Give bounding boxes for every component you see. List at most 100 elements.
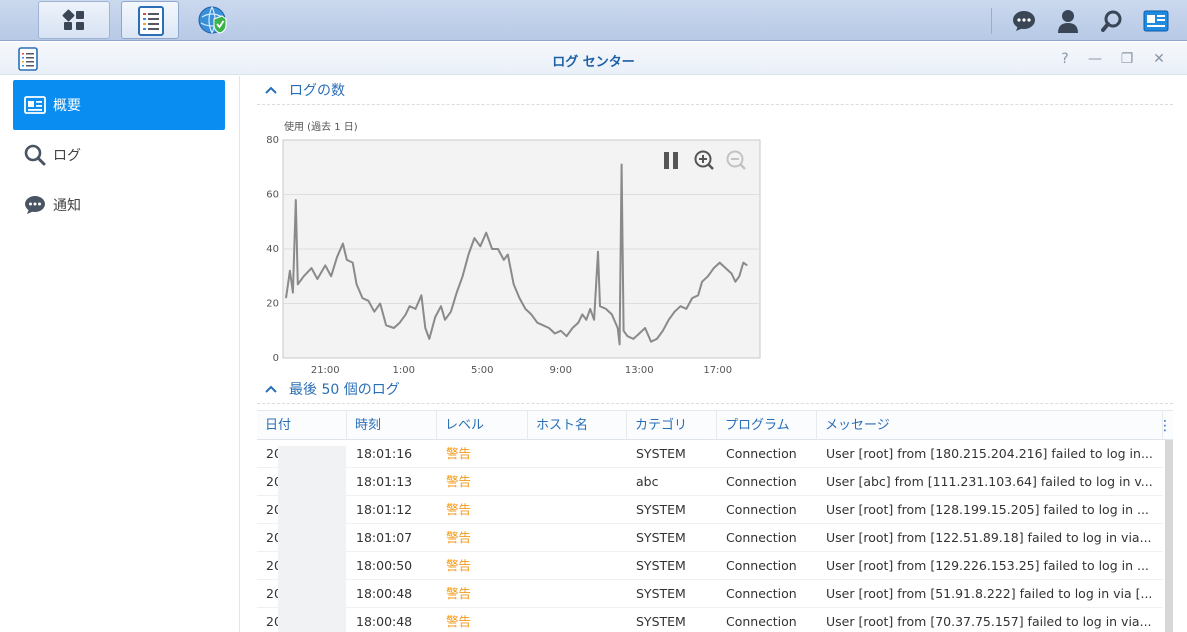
section-title: ログの数 [289,83,345,99]
search-button[interactable] [1094,0,1130,41]
minimize-button[interactable]: — [1086,50,1104,68]
table-cell: User [root] from [70.37.75.157] failed t… [826,614,1152,629]
log-table: 日付時刻レベルホスト名カテゴリプログラムメッセージ 2020-11-0618:0… [257,410,1173,632]
search-icon [1101,10,1122,32]
overview-icon [23,93,47,117]
column-header[interactable]: ホスト名 [528,411,627,440]
table-cell: Connection [726,474,797,489]
chat-icon [1013,10,1035,31]
restore-button[interactable]: ❐ [1118,50,1136,68]
taskbar-separator [991,8,992,34]
vertical-scrollbar[interactable] [1165,440,1173,632]
section-divider [257,403,1173,404]
sidebar-item-label: 概要 [53,98,81,114]
main-menu-icon [62,9,84,30]
log-center-taskbar-button[interactable] [121,1,179,39]
table-cell: 18:00:50 [356,558,413,573]
table-cell [528,496,627,524]
table-cell: User [root] from [129.226.153.25] failed… [826,558,1149,573]
sidebar: 概要 ログ 通知 [0,76,240,632]
x-tick-label: 1:00 [393,365,415,376]
table-row[interactable]: 2020-11-0618:01:16警告SYSTEMConnectionUser… [257,440,1163,468]
section-title: 最後 50 個のログ [289,382,400,398]
table-cell: 警告 [446,558,472,573]
security-advisor-taskbar-button[interactable] [184,1,242,39]
table-cell: 18:01:07 [356,530,413,545]
chat-bubble-icon [23,193,47,217]
column-header[interactable]: プログラム [717,411,817,440]
table-cell: User [root] from [128.199.15.205] failed… [826,502,1149,517]
sidebar-item-overview[interactable]: 概要 [13,80,225,130]
table-cell [528,552,627,580]
y-tick-label: 40 [266,244,279,255]
y-tick-label: 20 [266,299,279,310]
y-tick-label: 0 [273,353,279,364]
table-row[interactable]: 2020-11-0618:00:48警告SYSTEMConnectionUser… [257,580,1163,608]
table-cell: 警告 [446,586,472,601]
last-logs-section-header[interactable]: 最後 50 個のログ [264,377,400,401]
table-row[interactable]: 2020-11-0618:00:48警告SYSTEMConnectionUser… [257,608,1163,632]
x-tick-label: 9:00 [550,365,572,376]
table-cell: User [root] from [51.91.8.222] failed to… [826,586,1153,601]
table-row[interactable]: 2020-11-0618:01:07警告SYSTEMConnectionUser… [257,524,1163,552]
table-row[interactable]: 2020-11-0618:01:12警告SYSTEMConnectionUser… [257,496,1163,524]
sidebar-item-log[interactable]: ログ [13,130,225,180]
table-cell [528,440,627,468]
table-cell: SYSTEM [636,502,686,517]
table-cell: 警告 [446,446,472,461]
user-button[interactable] [1050,0,1086,41]
x-tick-label: 21:00 [311,365,340,376]
column-header[interactable]: カテゴリ [627,411,717,440]
table-row[interactable]: 2020-11-0618:01:13警告abcConnectionUser [a… [257,468,1163,496]
table-cell: 18:01:12 [356,502,413,517]
column-header[interactable]: メッセージ [817,411,1163,440]
close-button[interactable]: ✕ [1150,50,1168,68]
sidebar-item-label: 通知 [53,198,81,214]
window-titlebar[interactable]: ログ センター ? — ❐ ✕ [0,42,1187,75]
search-icon [23,143,47,167]
table-row[interactable]: 2020-11-0618:00:50警告SYSTEMConnectionUser… [257,552,1163,580]
x-tick-label: 13:00 [625,365,654,376]
column-header[interactable]: 時刻 [347,411,437,440]
table-cell: 警告 [446,614,472,629]
chat-button[interactable] [1006,0,1042,41]
table-cell: SYSTEM [636,586,686,601]
chevron-up-icon [264,381,280,397]
sidebar-item-notification[interactable]: 通知 [13,180,225,230]
chevron-up-icon [264,82,280,98]
log-count-chart: 0 20 40 60 80 21:00 1:00 5:00 9:00 13:00 17:00 [266,135,761,376]
table-cell: 18:00:48 [356,586,413,601]
y-tick-label: 60 [266,190,279,201]
help-button[interactable]: ? [1056,50,1074,68]
table-cell [528,580,627,608]
table-header: 日付 時刻 レベル ホスト名 カテゴリ プログラム メッセージ [257,410,1173,440]
table-cell [528,608,627,632]
section-divider [257,104,1173,105]
taskbar [0,0,1187,41]
table-cell: Connection [726,502,797,517]
table-cell: Connection [726,530,797,545]
table-cell: 18:00:48 [356,614,413,629]
table-cell [528,524,627,552]
column-menu-icon[interactable]: ⋮ [1158,414,1172,438]
hostname-column-redacted [278,446,346,632]
y-tick-label: 80 [266,135,279,146]
table-cell: 18:01:16 [356,446,413,461]
window-title: ログ センター [552,55,635,70]
widgets-icon [1143,10,1169,31]
table-cell: 警告 [446,530,472,545]
table-cell [528,468,627,496]
table-cell: Connection [726,614,797,629]
column-header[interactable]: 日付 [257,411,347,440]
log-center-app-icon [138,6,164,36]
table-cell: SYSTEM [636,530,686,545]
main-menu-button[interactable] [38,1,110,39]
column-header[interactable]: レベル [437,411,528,440]
table-cell: 警告 [446,502,472,517]
log-count-section-header[interactable]: ログの数 [264,78,345,102]
table-cell: Connection [726,446,797,461]
widgets-button[interactable] [1138,0,1174,41]
table-cell: SYSTEM [636,558,686,573]
user-icon [1058,9,1078,33]
table-cell: 18:01:13 [356,474,413,489]
